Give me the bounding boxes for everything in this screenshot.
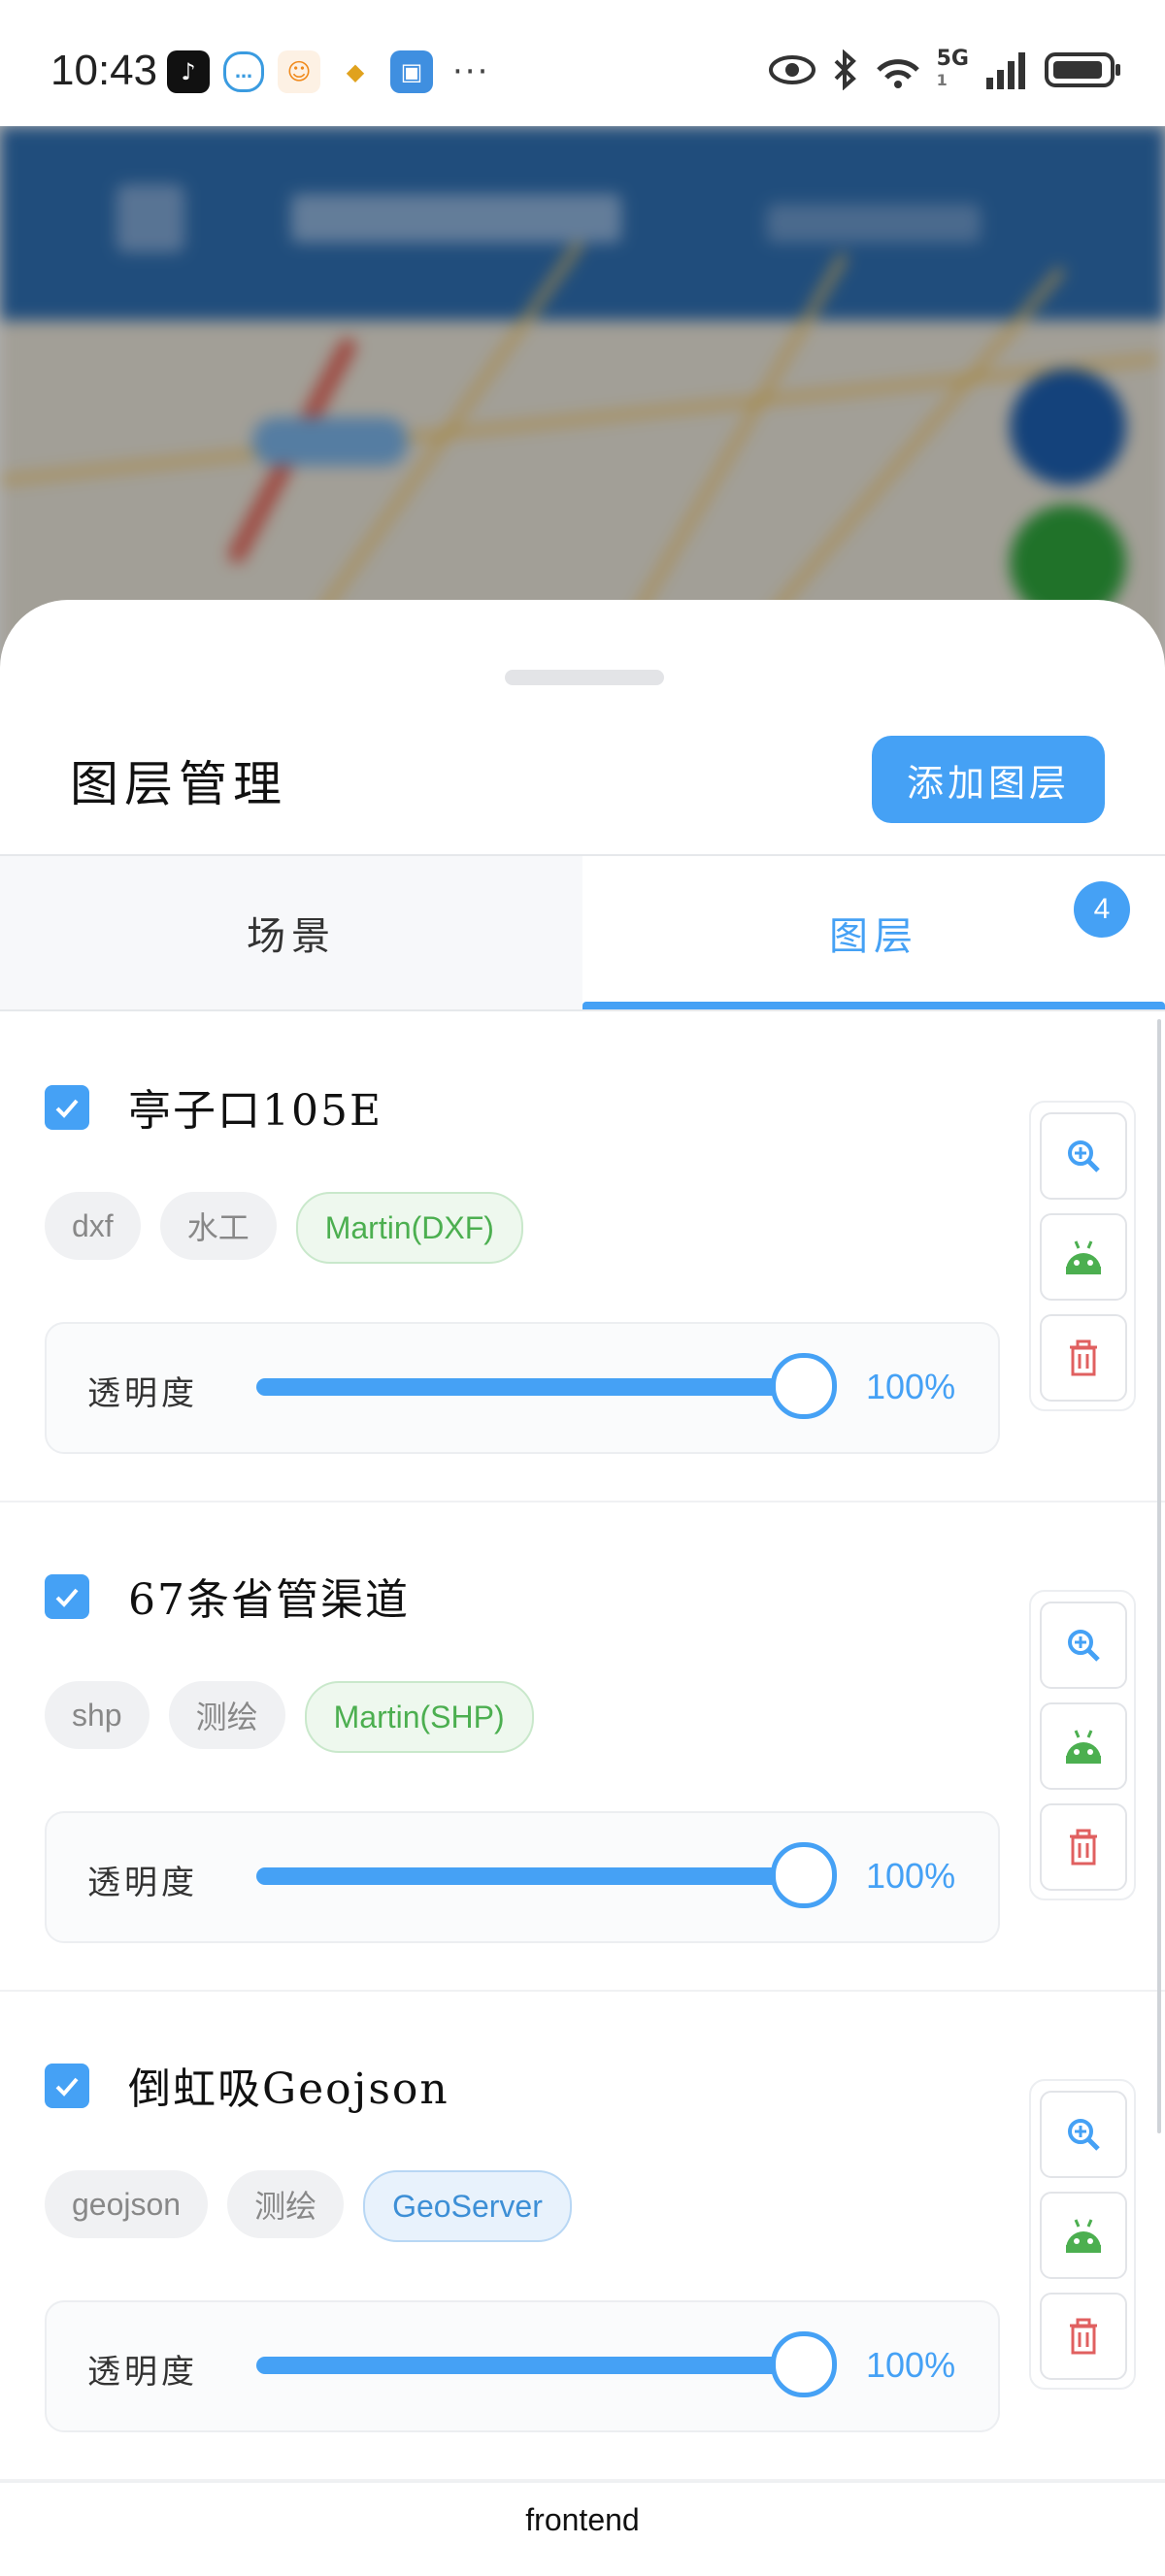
source-tag: GeoServer: [363, 2170, 572, 2242]
layer-actions: [1029, 1101, 1136, 1411]
network-type: 5G: [936, 47, 969, 71]
delete-layer-button[interactable]: [1040, 1803, 1127, 1891]
sheet-drag-handle[interactable]: [505, 670, 664, 685]
format-tag: dxf: [45, 1192, 141, 1260]
layer-actions: [1029, 2079, 1136, 2390]
format-tag: geojson: [45, 2170, 209, 2238]
layer-actions: [1029, 1590, 1136, 1900]
layer-tags: shp 测绘 Martin(SHP): [45, 1681, 534, 1753]
ai-assistant-button[interactable]: [1040, 2192, 1127, 2279]
wifi-icon: [876, 59, 919, 88]
eye-icon: [768, 55, 816, 84]
tiktok-icon: ♪: [167, 50, 210, 93]
robot-icon: [1066, 1240, 1101, 1274]
opacity-label: 透明度: [87, 2353, 198, 2392]
layer-visibility-checkbox[interactable]: [45, 1574, 89, 1619]
trash-icon: [1070, 1829, 1097, 1866]
zoom-in-icon: [1068, 1140, 1100, 1172]
category-tag: 测绘: [168, 1681, 285, 1749]
footer-bar: frontend: [0, 2481, 1165, 2576]
tab-scene[interactable]: 场景: [0, 856, 582, 1009]
opacity-slider-track[interactable]: [256, 1867, 831, 1885]
network-label: 5G 1: [937, 49, 969, 91]
check-icon: [55, 2077, 79, 2097]
layer-count-badge: 4: [1074, 881, 1130, 938]
layer-tags: dxf 水工 Martin(DXF): [45, 1192, 523, 1264]
tab-layers[interactable]: 图层: [582, 856, 1165, 1009]
status-right: 5G 1: [768, 49, 1122, 91]
opacity-value: 100%: [866, 1367, 956, 1406]
trash-icon: [1070, 2318, 1097, 2355]
trash-icon: [1070, 1339, 1097, 1376]
layer-name: 亭子口105E: [128, 1086, 383, 1136]
source-tag: Martin(SHP): [304, 1681, 534, 1753]
opacity-slider-track[interactable]: [256, 2357, 831, 2374]
signal-icon: [986, 52, 1025, 89]
status-time: 10:43: [50, 47, 158, 94]
ai-assistant-button[interactable]: [1040, 1702, 1127, 1790]
sim-slot: 1: [936, 71, 948, 89]
layer-visibility-checkbox[interactable]: [45, 2064, 89, 2108]
opacity-value: 100%: [866, 2345, 956, 2385]
opacity-value: 100%: [866, 1856, 956, 1896]
tab-bar: 场景 图层 4: [0, 854, 1165, 1011]
zoom-in-icon: [1068, 1630, 1100, 1662]
delete-layer-button[interactable]: [1040, 1314, 1127, 1402]
honor-icon: ◆: [334, 50, 377, 93]
layer-visibility-checkbox[interactable]: [45, 1085, 89, 1130]
status-app-icons: ♪ … ☺ ◆ ▣ ···: [167, 50, 489, 93]
add-layer-button[interactable]: 添加图层: [872, 736, 1105, 823]
sheet-title: 图层管理: [70, 756, 287, 812]
check-icon: [55, 1099, 79, 1118]
check-icon: [55, 1588, 79, 1607]
chat-icon: …: [223, 51, 264, 92]
zoom-to-layer-button[interactable]: [1040, 1112, 1127, 1200]
opacity-slider-track[interactable]: [256, 1378, 831, 1396]
background-dim-overlay[interactable]: [0, 126, 1165, 670]
category-tag: 水工: [159, 1192, 277, 1260]
layer-item: 亭子口105E dxf 水工 Martin(DXF) 透明度 100%: [0, 1011, 1165, 1503]
app-icon: ☺: [278, 50, 320, 93]
footer-label: frontend: [525, 2502, 640, 2537]
delete-layer-button[interactable]: [1040, 2293, 1127, 2380]
category-tag: 测绘: [227, 2170, 345, 2238]
opacity-slider-thumb[interactable]: [771, 1353, 837, 1419]
active-tab-indicator: [582, 1002, 1165, 1009]
opacity-control: 透明度 100%: [45, 1811, 1000, 1943]
opacity-label: 透明度: [87, 1374, 198, 1413]
bluetooth-icon: [834, 50, 856, 90]
format-tag: shp: [45, 1681, 150, 1749]
robot-icon: [1066, 2219, 1101, 2253]
opacity-control: 透明度 100%: [45, 1322, 1000, 1454]
opacity-control: 透明度 100%: [45, 2300, 1000, 2432]
id-card-icon: ▣: [390, 50, 433, 93]
layer-tags: geojson 测绘 GeoServer: [45, 2170, 572, 2242]
robot-icon: [1066, 1730, 1101, 1764]
more-notifications-icon: ···: [452, 52, 490, 91]
opacity-slider-thumb[interactable]: [771, 1842, 837, 1908]
status-bar: 10:43 ♪ … ☺ ◆ ▣ ··· 5G 1: [0, 0, 1165, 126]
layer-name: 67条省管渠道: [128, 1575, 410, 1625]
opacity-label: 透明度: [87, 1864, 198, 1902]
opacity-slider-thumb[interactable]: [771, 2331, 837, 2397]
zoom-to-layer-button[interactable]: [1040, 2091, 1127, 2178]
zoom-to-layer-button[interactable]: [1040, 1602, 1127, 1689]
layer-list[interactable]: 亭子口105E dxf 水工 Martin(DXF) 透明度 100% 67条省…: [0, 1011, 1165, 2481]
ai-assistant-button[interactable]: [1040, 1213, 1127, 1301]
battery-icon: [1045, 52, 1120, 87]
layer-name: 倒虹吸Geojson: [128, 2064, 449, 2114]
layer-item: 倒虹吸Geojson geojson 测绘 GeoServer 透明度 100%: [0, 1990, 1165, 2481]
zoom-in-icon: [1068, 2119, 1100, 2151]
list-scrollbar[interactable]: [1157, 1019, 1161, 2133]
layer-item: 67条省管渠道 shp 测绘 Martin(SHP) 透明度 100%: [0, 1501, 1165, 1992]
source-tag: Martin(DXF): [295, 1192, 523, 1264]
